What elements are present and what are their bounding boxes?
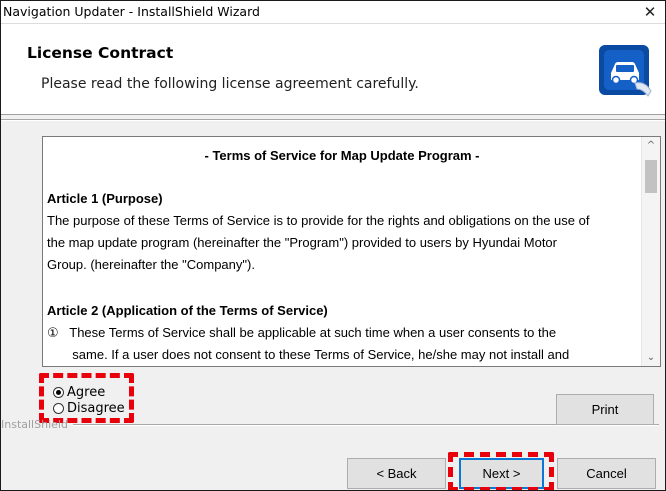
page-title: License Contract — [27, 44, 174, 62]
car-update-icon — [599, 43, 653, 101]
article-1-title: Article 1 (Purpose) — [47, 191, 163, 206]
title-bar: Navigation Updater - InstallShield Wizar… — [1, 1, 665, 24]
license-scrollbar[interactable]: ^ ⌄ — [641, 137, 660, 366]
back-button[interactable]: < Back — [347, 458, 446, 489]
print-button[interactable]: Print — [556, 394, 654, 425]
license-heading: - Terms of Service for Map Update Progra… — [204, 148, 480, 163]
close-icon[interactable]: ✕ — [635, 1, 665, 23]
license-content: - Terms of Service for Map Update Progra… — [43, 137, 641, 366]
next-highlight-annotation — [448, 452, 554, 490]
scroll-thumb[interactable] — [645, 160, 657, 193]
article-1-line: The purpose of these Terms of Service is… — [47, 213, 590, 228]
cancel-button[interactable]: Cancel — [557, 458, 656, 489]
header-divider — [1, 119, 665, 121]
article-1-line: Group. (hereinafter the "Company"). — [47, 257, 255, 272]
license-text-box[interactable]: - Terms of Service for Map Update Progra… — [42, 136, 661, 367]
scroll-down-icon[interactable]: ⌄ — [642, 349, 660, 366]
wizard-header: License Contract Please read the followi… — [1, 24, 665, 115]
page-subtitle: Please read the following license agreem… — [41, 76, 419, 92]
article-2-line: same. If a user does not consent to thes… — [47, 347, 570, 362]
installer-window: Navigation Updater - InstallShield Wizar… — [0, 0, 666, 491]
installshield-brand: InstallShield — [1, 418, 68, 431]
article-1-line: the map update program (hereinafter the … — [47, 235, 557, 250]
scroll-up-icon[interactable]: ^ — [642, 137, 660, 154]
agree-highlight-annotation — [39, 373, 134, 423]
article-2-title: Article 2 (Application of the Terms of S… — [47, 303, 328, 318]
article-2-line: ① These Terms of Service shall be applic… — [47, 325, 557, 340]
window-title: Navigation Updater - InstallShield Wizar… — [3, 4, 260, 19]
